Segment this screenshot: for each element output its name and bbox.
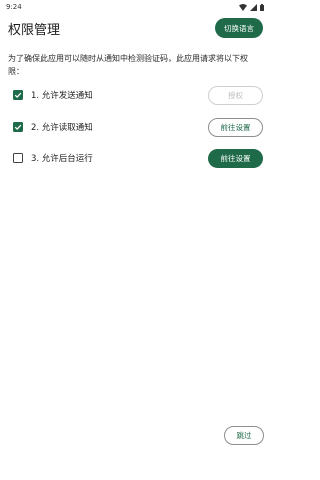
battery-icon xyxy=(260,3,264,11)
permission-label-1: 1. 允许发送通知 xyxy=(31,91,93,101)
permission-row-background-run: 3. 允许后台运行 前往设置 xyxy=(0,148,270,168)
status-icons xyxy=(239,3,264,11)
permission-label-2: 2. 允许读取通知 xyxy=(31,123,93,133)
permission-checkbox-1[interactable] xyxy=(13,90,23,100)
check-icon xyxy=(14,92,22,99)
go-to-settings-button-read-notification[interactable]: 前往设置 xyxy=(208,117,263,137)
check-icon xyxy=(14,124,22,131)
signal-icon xyxy=(250,3,257,11)
skip-button[interactable]: 跳过 xyxy=(224,426,264,445)
wifi-icon xyxy=(239,3,247,11)
page-title: 权限管理 xyxy=(8,22,61,38)
switch-language-button[interactable]: 切换语言 xyxy=(215,18,263,38)
grant-button[interactable]: 授权 xyxy=(208,85,263,105)
permission-label-3: 3. 允许后台运行 xyxy=(31,154,93,164)
status-bar: 9:24 xyxy=(0,0,270,14)
permission-checkbox-3[interactable] xyxy=(13,153,23,163)
go-to-settings-button-background-run[interactable]: 前往设置 xyxy=(208,148,263,168)
permission-row-read-notification: 2. 允许读取通知 前往设置 xyxy=(0,117,270,137)
status-time: 9:24 xyxy=(6,3,22,11)
permission-description: 为了确保此应用可以随时从通知中检测验证码，此应用请求将以下权限： xyxy=(8,54,248,76)
permission-row-send-notification: 1. 允许发送通知 授权 xyxy=(0,85,270,105)
header: 权限管理 切换语言 xyxy=(8,17,263,39)
permission-checkbox-2[interactable] xyxy=(13,122,23,132)
